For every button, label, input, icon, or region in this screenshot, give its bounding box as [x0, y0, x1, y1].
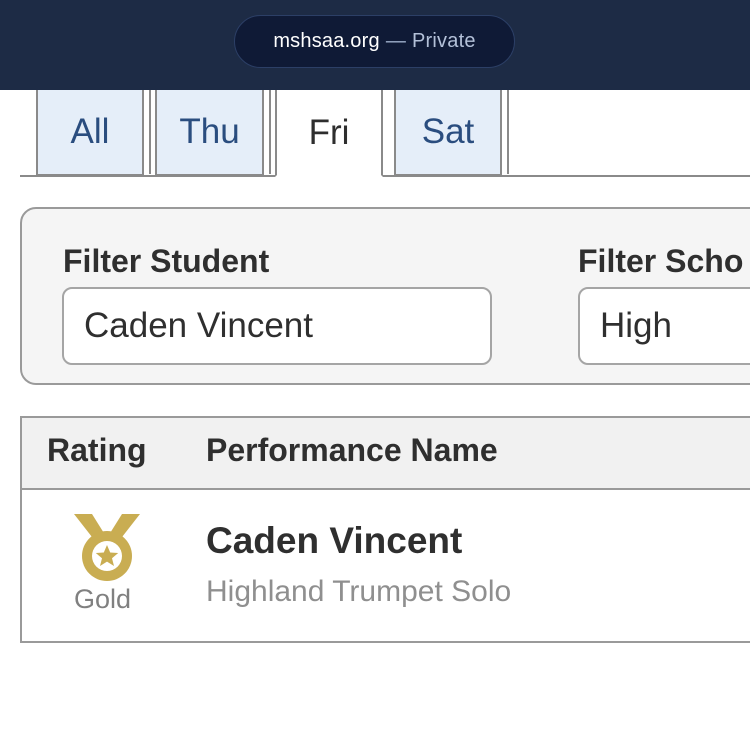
private-mode-label: Private [412, 30, 476, 52]
performance-column-header[interactable]: Performance Name [206, 432, 498, 469]
tab-label: Thu [179, 112, 240, 151]
rating-column-header[interactable]: Rating [47, 432, 147, 469]
gold-medal-icon [74, 514, 140, 581]
tab-label: All [70, 112, 110, 151]
tab-fri[interactable]: Fri [275, 90, 383, 177]
performance-title: Highland Trumpet Solo [206, 575, 512, 608]
results-table: Rating Performance Name Gold Caden Vince… [20, 416, 750, 643]
url-separator: — [385, 30, 407, 52]
table-header: Rating Performance Name [22, 418, 750, 490]
filter-school-label: Filter Scho [578, 243, 744, 279]
url-domain: mshsaa.org [273, 30, 380, 52]
filter-panel: Filter Student Caden Vincent Filter Scho… [20, 207, 750, 385]
url-bar[interactable]: mshsaa.org — Private [234, 15, 515, 68]
filter-student-label: Filter Student [63, 243, 270, 279]
student-name: Caden Vincent [206, 520, 463, 561]
tab-thu[interactable]: Thu [155, 90, 271, 176]
rating-value: Gold [74, 584, 132, 614]
school-filter-input[interactable]: High [578, 287, 750, 365]
tab-sat[interactable]: Sat [394, 90, 509, 176]
tab-all[interactable]: All [36, 90, 151, 176]
tab-label: Fri [308, 112, 350, 152]
tab-label: Sat [421, 112, 475, 151]
student-filter-input[interactable]: Caden Vincent [62, 287, 492, 365]
browser-top-bar: mshsaa.org — Private [0, 0, 750, 90]
